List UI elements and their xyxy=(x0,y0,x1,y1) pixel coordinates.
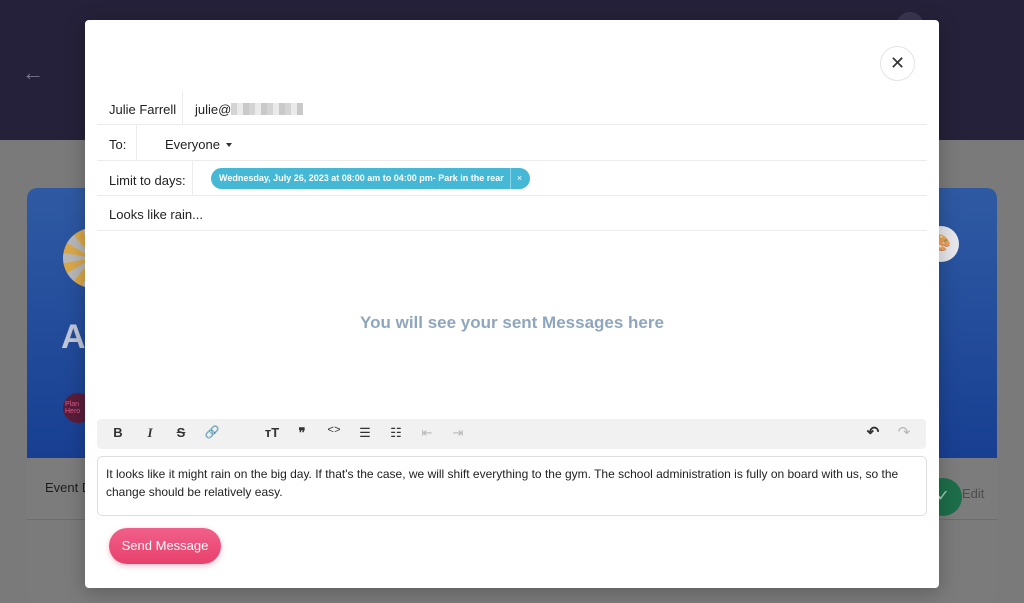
subject-field[interactable]: Looks like rain... xyxy=(109,207,203,222)
link-icon[interactable]: 🔗 xyxy=(202,425,222,439)
divider xyxy=(192,161,193,196)
send-message-button[interactable]: Send Message xyxy=(109,528,221,564)
empty-state-message: You will see your sent Messages here xyxy=(360,313,664,332)
divider xyxy=(136,125,137,161)
subject-row[interactable]: Looks like rain... xyxy=(97,196,927,231)
to-label: To: xyxy=(109,137,127,152)
edit-link[interactable]: Edit xyxy=(962,486,984,501)
outdent-icon[interactable]: ⇤ xyxy=(417,425,437,441)
recipient-select[interactable]: Everyone xyxy=(165,137,232,152)
recipient-value: Everyone xyxy=(165,137,220,152)
numbered-list-icon[interactable]: ☷ xyxy=(386,425,406,441)
message-modal: ✕ Julie Farrell julie@ To: Everyone Limi… xyxy=(85,20,939,588)
to-row: To: Everyone xyxy=(97,125,927,161)
undo-icon[interactable]: ↶ xyxy=(863,423,883,441)
redo-icon[interactable]: ↷ xyxy=(894,423,914,441)
italic-icon[interactable]: I xyxy=(140,425,160,441)
bullet-list-icon[interactable]: ☰ xyxy=(355,425,375,441)
from-row: Julie Farrell julie@ xyxy=(97,92,927,125)
back-arrow-icon[interactable]: ← xyxy=(22,60,44,86)
limit-days-row: Limit to days: Wednesday, July 26, 2023 … xyxy=(97,161,927,196)
day-chip-label: Wednesday, July 26, 2023 at 08:00 am to … xyxy=(219,173,504,183)
strikethrough-icon[interactable]: S xyxy=(171,425,191,440)
editor-toolbar: B I S 🔗 тT ❞ <> ☰ ☷ ⇤ ⇥ ↶ ↷ xyxy=(97,419,926,449)
sender-name: Julie Farrell xyxy=(109,102,177,117)
chip-remove-icon[interactable]: × xyxy=(509,168,522,189)
caret-down-icon xyxy=(225,143,232,147)
quote-icon[interactable]: ❞ xyxy=(292,425,312,441)
divider xyxy=(182,92,183,125)
bold-icon[interactable]: B xyxy=(108,425,128,440)
message-body-editor[interactable]: It looks like it might rain on the big d… xyxy=(97,456,927,516)
heading-icon[interactable]: тT xyxy=(262,425,282,440)
event-title-fragment: A xyxy=(61,318,86,356)
indent-icon[interactable]: ⇥ xyxy=(448,425,468,441)
close-button[interactable]: ✕ xyxy=(880,46,915,81)
sender-email: julie@ xyxy=(195,102,304,117)
day-chip[interactable]: Wednesday, July 26, 2023 at 08:00 am to … xyxy=(211,168,531,189)
redacted-email-part xyxy=(231,103,304,115)
limit-days-label: Limit to days: xyxy=(109,173,186,188)
code-icon[interactable]: <> xyxy=(324,425,344,437)
sender-email-prefix: julie@ xyxy=(195,102,232,117)
